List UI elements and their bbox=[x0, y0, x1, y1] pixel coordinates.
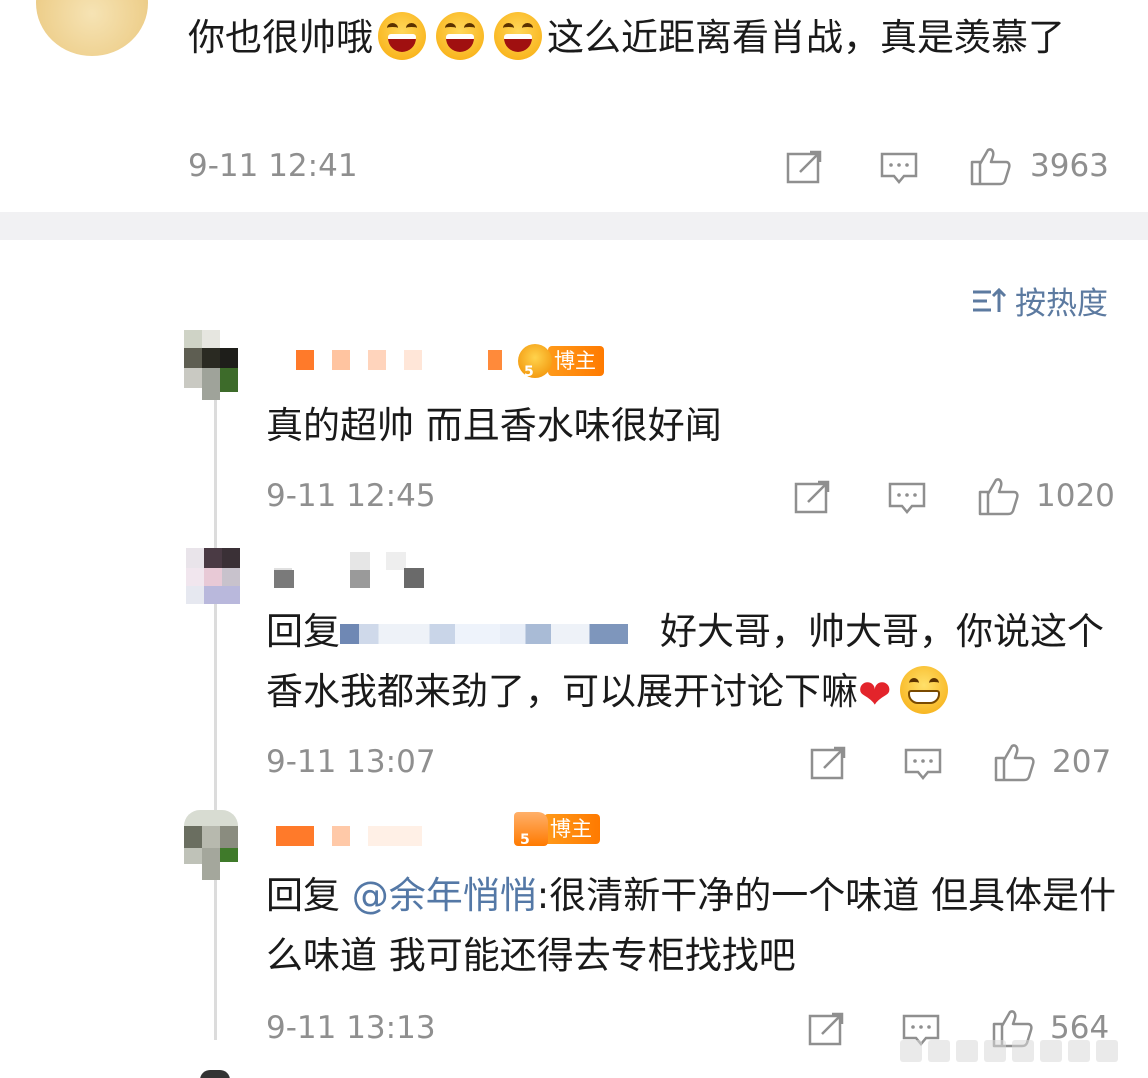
crown-icon bbox=[514, 812, 548, 848]
comment-icon[interactable] bbox=[880, 152, 918, 190]
comment-timestamp: 9-11 12:41 bbox=[188, 148, 358, 184]
share-icon[interactable] bbox=[794, 480, 832, 518]
avatar[interactable] bbox=[184, 810, 238, 880]
mentioned-user-blurred[interactable] bbox=[340, 623, 660, 644]
share-icon[interactable] bbox=[808, 1012, 846, 1050]
username-blurred bbox=[404, 350, 422, 370]
comment-icon[interactable] bbox=[904, 748, 942, 786]
grin-emoji bbox=[899, 666, 948, 714]
laughing-emoji bbox=[494, 12, 542, 60]
username-blurred bbox=[368, 350, 386, 370]
reply-text: 回复 @余年悄悄:很清新干净的一个味道 但具体是什么味道 我可能还得去专柜找找吧 bbox=[266, 866, 1126, 986]
like-count: 3963 bbox=[1030, 148, 1109, 184]
username-blurred bbox=[386, 552, 406, 570]
heart-emoji: ❤ bbox=[858, 672, 892, 718]
comment-text-part: 你也很帅哦 bbox=[188, 16, 373, 59]
laughing-emoji bbox=[436, 12, 484, 60]
username-blurred bbox=[332, 350, 350, 370]
reply-timestamp: 9-11 13:07 bbox=[266, 744, 436, 780]
mention-link[interactable]: @余年悄悄 bbox=[352, 874, 537, 917]
next-avatar-edge bbox=[200, 1070, 230, 1078]
reply-prefix: 回复 bbox=[266, 610, 340, 653]
username-blurred bbox=[350, 552, 370, 570]
thread-line bbox=[214, 400, 217, 1040]
like-count: 207 bbox=[1052, 744, 1112, 780]
username-blurred bbox=[488, 350, 502, 370]
badge-label: 博主 bbox=[548, 346, 604, 376]
comment-icon[interactable] bbox=[888, 482, 926, 520]
sort-button[interactable]: 按热度 bbox=[971, 278, 1108, 323]
avatar[interactable] bbox=[186, 548, 240, 618]
watermark bbox=[900, 1040, 1140, 1070]
like-icon[interactable] bbox=[978, 476, 1020, 520]
reply-text: 回复 好大哥，帅大哥，你说这个香水我都来劲了，可以展开讨论下嘛❤ bbox=[266, 602, 1126, 725]
reply-prefix: 回复 bbox=[266, 874, 340, 917]
blogger-badge: 博主 bbox=[518, 344, 604, 380]
section-divider bbox=[0, 212, 1148, 240]
username-blurred bbox=[274, 570, 294, 588]
reply-text: 真的超帅 而且香水味很好闻 bbox=[266, 404, 722, 447]
comment-text: 你也很帅哦 这么近距离看肖战，真是羡慕了 bbox=[188, 10, 1118, 66]
username-blurred bbox=[332, 826, 350, 846]
avatar[interactable] bbox=[36, 0, 148, 56]
like-count: 1020 bbox=[1036, 478, 1115, 514]
username-blurred bbox=[350, 570, 370, 588]
like-icon[interactable] bbox=[970, 146, 1012, 190]
blogger-badge: 博主 bbox=[514, 812, 600, 848]
username-blurred bbox=[368, 826, 422, 846]
reply-timestamp: 9-11 12:45 bbox=[266, 478, 436, 514]
share-icon[interactable] bbox=[810, 746, 848, 784]
share-icon[interactable] bbox=[786, 150, 824, 188]
comment-text-part: 这么近距离看肖战，真是羡慕了 bbox=[547, 16, 1065, 59]
top-comment: 你也很帅哦 这么近距离看肖战，真是羡慕了 9-11 12:41 3963 bbox=[0, 0, 1148, 212]
username-blurred[interactable] bbox=[276, 826, 314, 846]
crown-icon bbox=[518, 344, 552, 380]
sort-label: 按热度 bbox=[1015, 286, 1108, 322]
avatar[interactable] bbox=[184, 330, 238, 400]
laughing-emoji bbox=[378, 12, 426, 60]
sort-icon bbox=[973, 287, 1007, 312]
username-blurred[interactable] bbox=[296, 350, 314, 370]
reply-timestamp: 9-11 13:13 bbox=[266, 1010, 436, 1046]
username-blurred bbox=[404, 568, 424, 588]
like-icon[interactable] bbox=[994, 742, 1036, 786]
badge-label: 博主 bbox=[544, 814, 600, 844]
